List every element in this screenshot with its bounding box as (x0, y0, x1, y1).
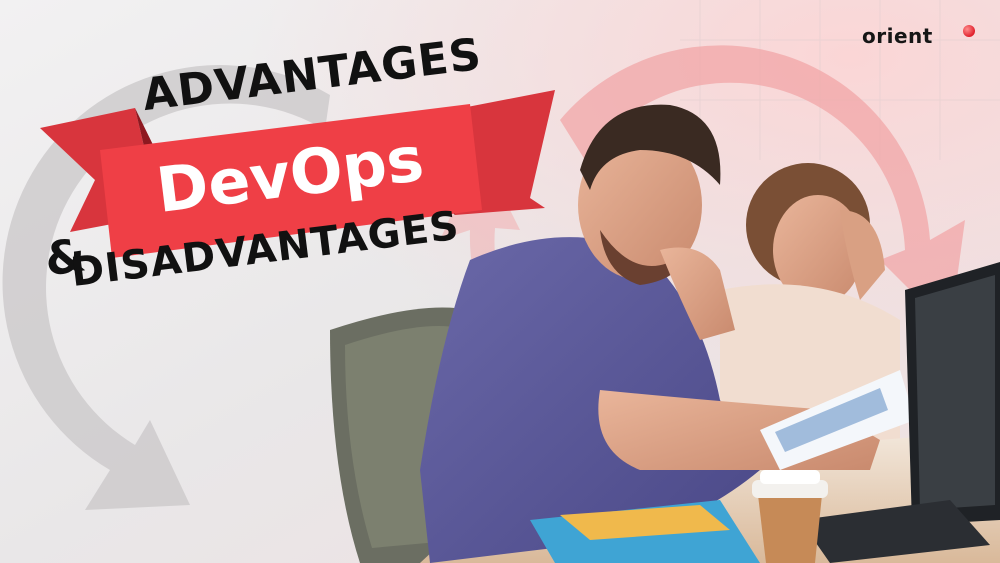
logo-dot-icon (963, 25, 975, 37)
coffee-cup (758, 495, 822, 563)
brand-logo-text: orient (862, 24, 933, 48)
